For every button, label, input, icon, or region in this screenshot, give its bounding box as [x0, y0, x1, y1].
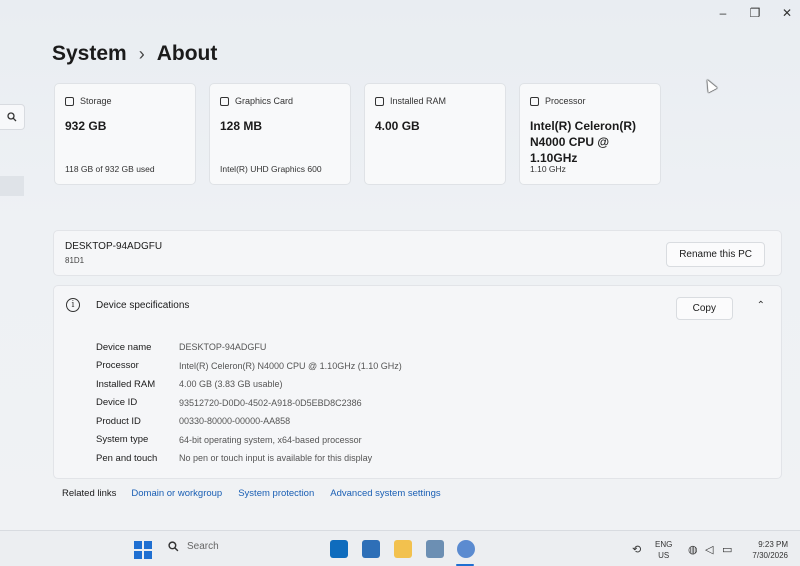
taskbar-search[interactable]: Search	[168, 541, 219, 552]
card-value: Intel(R) Celeron(R) N4000 CPU @ 1.10GHz	[530, 119, 636, 165]
rename-pc-button[interactable]: Rename this PC	[666, 242, 765, 267]
card-label: Installed RAM	[390, 96, 447, 106]
minimize-button[interactable]: ‒	[716, 6, 730, 20]
spec-label: Product ID	[96, 415, 141, 427]
pc-name-panel: DESKTOP-94ADGFU 81D1 Rename this PC	[53, 230, 782, 276]
processor-card[interactable]: Processor Intel(R) Celeron(R) N4000 CPU …	[519, 83, 661, 185]
keyboard-layout: US	[658, 551, 670, 560]
spec-row: System type 64-bit operating system, x64…	[96, 431, 402, 450]
ram-card[interactable]: Installed RAM 4.00 GB	[364, 83, 506, 185]
ram-icon	[375, 96, 384, 106]
card-label: Graphics Card	[235, 96, 294, 106]
language-code: ENG	[655, 540, 673, 549]
nav-selection-indicator	[0, 176, 24, 196]
info-icon: i	[66, 298, 80, 312]
card-value: 4.00 GB	[375, 119, 420, 133]
spec-label: Installed RAM	[96, 378, 156, 390]
windows-logo-icon	[134, 541, 143, 550]
file-explorer-icon[interactable]	[394, 540, 412, 558]
card-subtext: 118 GB of 932 GB used	[65, 164, 155, 174]
card-value: 932 GB	[65, 119, 107, 133]
store-icon[interactable]	[362, 540, 380, 558]
spec-label: Pen and touch	[96, 452, 158, 464]
volume-icon[interactable]: ◁	[705, 543, 713, 556]
settings-gear-icon[interactable]	[457, 540, 475, 558]
clock[interactable]: 9:23 PM 7/30/2026	[752, 539, 788, 561]
spec-row: Device ID 93512720-D0D0-4502-A918-0D5EBD…	[96, 394, 402, 413]
processor-icon	[530, 96, 539, 106]
section-title[interactable]: Device specifications	[96, 300, 189, 311]
card-value: 128 MB	[220, 119, 263, 133]
spec-value: Intel(R) Celeron(R) N4000 CPU @ 1.10GHz …	[179, 360, 402, 371]
spec-label: Processor	[96, 360, 139, 372]
network-icon[interactable]: ◍	[688, 543, 698, 556]
pc-name: DESKTOP-94ADGFU	[65, 241, 163, 252]
spec-row: Pen and touch No pen or touch input is a…	[96, 449, 402, 468]
spec-label: Device ID	[96, 397, 138, 409]
card-label: Storage	[80, 96, 112, 106]
storage-icon	[65, 96, 74, 106]
storage-card[interactable]: Storage 932 GB 118 GB of 932 GB used	[54, 83, 196, 185]
language-indicator[interactable]: ENG US	[655, 539, 672, 561]
card-subtext: 1.10 GHz	[530, 164, 566, 174]
search-icon	[7, 112, 17, 122]
spec-row: Product ID 00330-80000-00000-AA858	[96, 412, 402, 431]
start-button[interactable]	[134, 541, 152, 559]
chevron-right-icon: ›	[138, 43, 145, 64]
card-subtext: Intel(R) UHD Graphics 600	[220, 164, 322, 174]
battery-icon[interactable]: ▭	[722, 543, 732, 556]
link-advanced-system-settings[interactable]: Advanced system settings	[330, 488, 440, 499]
link-domain-or-workgroup[interactable]: Domain or workgroup	[131, 488, 222, 499]
spec-value: 00330-80000-00000-AA858	[179, 416, 291, 427]
spec-label: System type	[96, 434, 149, 446]
spec-label: Device name	[96, 341, 152, 353]
camera-icon[interactable]	[426, 540, 444, 558]
breadcrumb-parent[interactable]: System	[52, 42, 127, 66]
nav-search-button[interactable]	[0, 104, 25, 130]
related-links: Related links Domain or workgroup System…	[62, 488, 441, 499]
spec-table: Device name DESKTOP-94ADGFU Processor In…	[96, 338, 402, 468]
breadcrumb: System › About	[52, 42, 217, 66]
search-placeholder: Search	[187, 541, 219, 552]
spec-value: 64-bit operating system, x64-based proce…	[179, 434, 362, 445]
clock-date: 7/30/2026	[752, 551, 788, 560]
sync-icon[interactable]: ⟲	[632, 543, 641, 556]
card-label: Processor	[545, 96, 586, 106]
summary-cards: Storage 932 GB 118 GB of 932 GB used Gra…	[54, 83, 661, 185]
spec-value: 4.00 GB (3.83 GB usable)	[179, 379, 283, 390]
outlook-icon[interactable]	[330, 540, 348, 558]
device-specifications-panel: i Device specifications Copy ⌃ Device na…	[53, 285, 782, 479]
chevron-up-icon[interactable]: ⌃	[757, 300, 765, 311]
maximize-button[interactable]: ❐	[748, 6, 762, 20]
copy-button[interactable]: Copy	[675, 297, 733, 320]
search-icon	[168, 541, 179, 552]
pc-model: 81D1	[65, 256, 85, 265]
clock-time: 9:23 PM	[758, 540, 788, 549]
link-system-protection[interactable]: System protection	[238, 488, 314, 499]
spec-value: 93512720-D0D0-4502-A918-0D5EBD8C2386	[179, 397, 362, 408]
spec-value: DESKTOP-94ADGFU	[179, 342, 267, 353]
spec-row: Installed RAM 4.00 GB (3.83 GB usable)	[96, 375, 402, 394]
spec-value: No pen or touch input is available for t…	[179, 453, 373, 464]
page-title: About	[156, 42, 218, 65]
close-button[interactable]: ✕	[780, 6, 794, 20]
taskbar: Search ⟲ ENG US ◍ ◁ ▭ 9:23 PM 7/30/2026	[0, 530, 800, 566]
graphics-card-card[interactable]: Graphics Card 128 MB Intel(R) UHD Graphi…	[209, 83, 351, 185]
window-controls: ‒ ❐ ✕	[716, 6, 794, 20]
graphics-card-icon	[220, 96, 229, 106]
spec-row: Device name DESKTOP-94ADGFU	[96, 338, 402, 357]
related-links-label: Related links	[62, 488, 117, 499]
mouse-cursor-icon	[702, 77, 718, 93]
spec-row: Processor Intel(R) Celeron(R) N4000 CPU …	[96, 357, 402, 376]
